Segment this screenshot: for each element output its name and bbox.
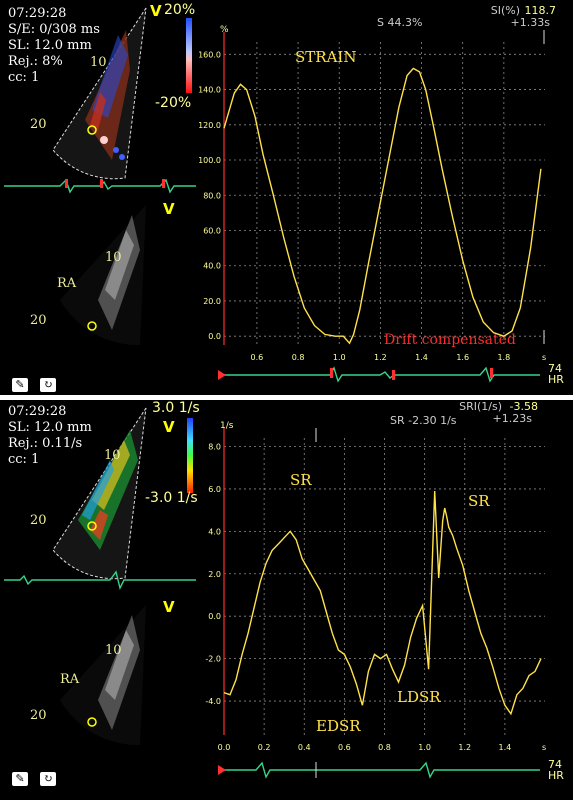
annotation-label: SR (468, 492, 490, 510)
y-tick-label: 40.0 (203, 262, 221, 271)
y-tick-label: 160.0 (198, 50, 221, 59)
v-marker-2: V (163, 200, 175, 218)
y-axis-label: % (220, 25, 229, 35)
x-tick-label: 1.2 (374, 353, 387, 362)
x-tick-label: 1.4 (499, 743, 512, 752)
strain-color-bar (186, 18, 192, 93)
y-tick-label: 80.0 (203, 191, 221, 200)
y-tick-label: 4.0 (208, 527, 221, 536)
v-marker: V (163, 418, 175, 436)
x-tick-label: 0.0 (218, 743, 231, 752)
depth-label: 20 (30, 313, 47, 328)
annotation-label: EDSR (316, 717, 361, 735)
y-tick-label: 120.0 (198, 121, 221, 130)
y-tick-label: 8.0 (208, 442, 221, 451)
readout-time: +1.33s (511, 16, 551, 29)
cursor-readout: S 44.3% (377, 16, 422, 29)
strain-rate-color-bar (187, 418, 193, 493)
ra-label: RA (60, 672, 80, 687)
x-unit-label: s (542, 743, 546, 752)
strain-echo-images: 0.0 20.0 40.0 60.0 80.0 100.0 120.0 140.0 160.0 0… (4, 4, 564, 386)
v-marker-2: V (163, 598, 175, 616)
strain-rate-gridlines (223, 438, 545, 735)
depth-label: 20 (30, 513, 47, 528)
strain-rate-echo-images: -4.0 -2.0 0.0 2.0 4.0 6.0 8.0 0.0 0.2 0.4 0.6 0.8 1.… (4, 400, 564, 782)
y-tick-label: 20.0 (203, 297, 221, 306)
scale-bottom-label: -3.0 1/s (145, 490, 198, 506)
depth-label: 10 (90, 55, 107, 70)
loop-tool-icon[interactable]: ↻ (40, 772, 56, 786)
annotation-label: STRAIN (295, 48, 356, 66)
x-tick-label: 0.8 (292, 353, 305, 362)
y-tick-label: 6.0 (208, 485, 221, 494)
y-tick-label: 100.0 (198, 156, 221, 165)
x-tick-label: 0.8 (378, 743, 391, 752)
depth-label: 20 (30, 117, 47, 132)
y-tick-label: 60.0 (203, 226, 221, 235)
x-tick-label: 1.6 (456, 353, 469, 362)
y-tick-label: -2.0 (205, 655, 221, 664)
cursor-readout: SR -2.30 1/s (390, 414, 457, 427)
x-tick-label: 1.8 (497, 353, 510, 362)
depth-label: 10 (104, 448, 121, 463)
depth-label: 20 (30, 708, 47, 723)
series-line (223, 490, 542, 716)
y-axis-label: 1/s (220, 421, 234, 431)
loop-tool-icon[interactable]: ↻ (40, 378, 56, 392)
strain-gridlines (224, 42, 545, 345)
x-tick-label: 1.0 (418, 743, 431, 752)
strain-panel: 07:29:28 S/E: 0/308 ms SL: 12.0 mm Rej.:… (0, 0, 573, 395)
scale-top-label: 20% (164, 2, 196, 18)
y-tick-label: 2.0 (208, 570, 221, 579)
y-tick-label: 140.0 (198, 86, 221, 95)
scale-top-label: 3.0 1/s (152, 400, 200, 416)
x-tick-label: 0.2 (258, 743, 271, 752)
annotation-label: SR (290, 471, 312, 489)
y-tick-label: -4.0 (205, 697, 221, 706)
x-tick-label: 0.4 (298, 743, 311, 752)
x-tick-label: 1.4 (415, 353, 428, 362)
y-tick-label: 0.0 (208, 332, 221, 341)
x-tick-label: 0.6 (251, 353, 264, 362)
depth-label: 10 (105, 643, 122, 658)
x-tick-label: 0.6 (338, 743, 351, 752)
hr-label: HR (548, 769, 564, 782)
pen-tool-icon[interactable]: ✎ (12, 772, 28, 786)
x-unit-label: s (542, 353, 546, 362)
readout-time: +1.23s (493, 412, 533, 425)
x-tick-label: 1.2 (458, 743, 471, 752)
annotation-label: Drift compensated (384, 332, 516, 348)
series-line (223, 67, 542, 345)
v-marker: V (150, 2, 162, 20)
annotation-label: LDSR (397, 688, 441, 706)
hr-label: HR (548, 373, 564, 386)
strain-rate-ecg-trace (222, 761, 540, 779)
y-tick-label: 0.0 (208, 612, 221, 621)
depth-label: 10 (105, 250, 122, 265)
scale-bottom-label: -20% (155, 95, 192, 111)
x-tick-label: 1.0 (333, 353, 346, 362)
ra-label: RA (57, 276, 77, 291)
pen-tool-icon[interactable]: ✎ (12, 378, 28, 392)
strain-rate-panel: 07:29:28 SL: 12.0 mm Rej.: 0.11/s cc: 1 … (0, 400, 573, 800)
